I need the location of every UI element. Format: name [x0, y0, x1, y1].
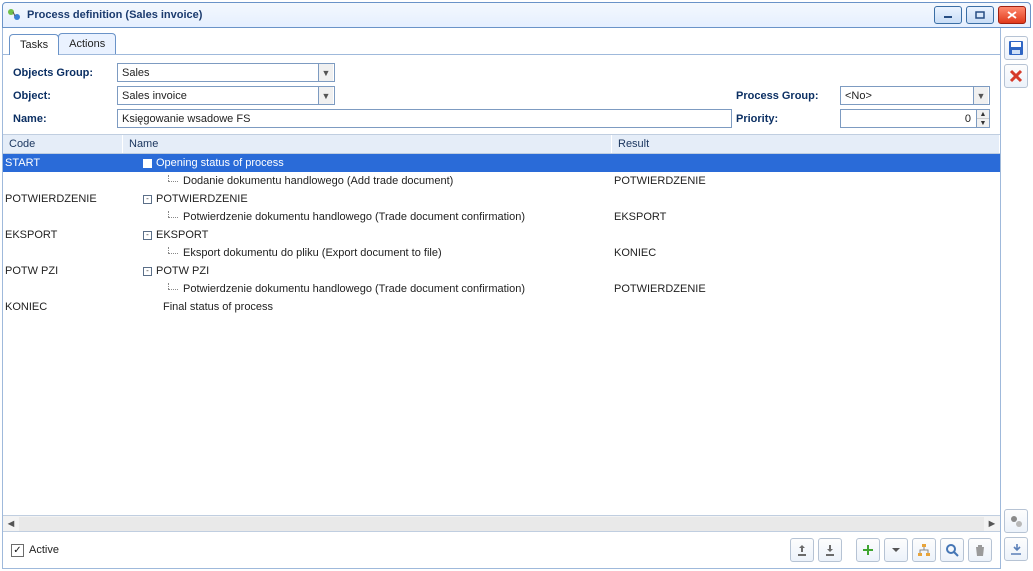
plus-icon — [861, 543, 875, 557]
label-objects-group: Objects Group: — [13, 67, 113, 79]
tree-toggle[interactable]: - — [143, 267, 152, 276]
active-label: Active — [29, 544, 59, 556]
cell-result: EKSPORT — [612, 211, 1000, 223]
table-row[interactable]: Potwierdzenie dokumentu handlowego (Trad… — [3, 208, 1000, 226]
scroll-right-icon[interactable]: ► — [984, 518, 1000, 530]
table-row[interactable]: KONIECFinal status of process — [3, 298, 1000, 316]
active-checkbox[interactable]: ✓ — [11, 544, 24, 557]
cell-name: -Opening status of process — [123, 157, 612, 169]
name-input[interactable]: Księgowanie wsadowe FS — [117, 109, 732, 128]
import-icon — [823, 543, 837, 557]
cell-name: Dodanie dokumentu handlowego (Add trade … — [123, 175, 612, 187]
window-titlebar: Process definition (Sales invoice) — [2, 2, 1031, 28]
save-button[interactable] — [1004, 36, 1028, 60]
collapse-button[interactable] — [1004, 537, 1028, 561]
collapse-icon — [1009, 542, 1023, 556]
bottom-toolbar: ✓ Active — [3, 531, 1000, 568]
spin-up-icon[interactable]: ▲ — [977, 110, 989, 119]
col-result[interactable]: Result — [612, 135, 1000, 153]
name-value: Księgowanie wsadowe FS — [122, 113, 250, 125]
table-row[interactable]: POTW PZI-POTW PZI — [3, 262, 1000, 280]
tab-actions[interactable]: Actions — [58, 33, 116, 54]
table-row[interactable]: START-Opening status of process — [3, 154, 1000, 172]
cell-name: Potwierdzenie dokumentu handlowego (Trad… — [123, 283, 612, 295]
objects-group-combo[interactable]: Sales ▼ — [117, 63, 335, 82]
hierarchy-button[interactable] — [912, 538, 936, 562]
chevron-down-icon: ▼ — [973, 87, 988, 104]
col-name[interactable]: Name — [123, 135, 612, 153]
object-combo[interactable]: Sales invoice ▼ — [117, 86, 335, 105]
cell-name: Potwierdzenie dokumentu handlowego (Trad… — [123, 211, 612, 223]
table-row[interactable]: Potwierdzenie dokumentu handlowego (Trad… — [3, 280, 1000, 298]
tab-tasks-label: Tasks — [20, 39, 48, 51]
grid-body: START-Opening status of process Dodanie d… — [3, 154, 1000, 515]
process-group-combo[interactable]: <No> ▼ — [840, 86, 990, 105]
close-icon — [1009, 69, 1023, 83]
label-name: Name: — [13, 113, 113, 125]
delete-button[interactable] — [968, 538, 992, 562]
export-button[interactable] — [790, 538, 814, 562]
close-button[interactable] — [998, 6, 1026, 24]
tree-toggle[interactable]: - — [143, 159, 152, 168]
tab-strip: Tasks Actions — [3, 28, 1000, 55]
trash-icon — [973, 543, 987, 557]
scroll-track[interactable] — [19, 517, 984, 531]
objects-group-value: Sales — [122, 67, 150, 79]
col-code[interactable]: Code — [3, 135, 123, 153]
chevron-down-icon: ▼ — [318, 87, 333, 104]
maximize-button[interactable] — [966, 6, 994, 24]
priority-value: 0 — [965, 113, 971, 125]
tab-actions-label: Actions — [69, 38, 105, 50]
label-priority: Priority: — [736, 113, 836, 125]
tree-toggle[interactable]: - — [143, 195, 152, 204]
table-row[interactable]: EKSPORT-EKSPORT — [3, 226, 1000, 244]
scroll-left-icon[interactable]: ◄ — [3, 518, 19, 530]
run-button[interactable] — [1004, 509, 1028, 533]
cell-name: -POTWIERDZENIE — [123, 193, 612, 205]
search-icon — [945, 543, 959, 557]
label-process-group: Process Group: — [736, 90, 836, 102]
cell-name: Eksport dokumentu do pliku (Export docum… — [123, 247, 612, 259]
tree-toggle[interactable]: - — [143, 231, 152, 240]
export-icon — [795, 543, 809, 557]
add-button[interactable] — [856, 538, 880, 562]
cancel-button[interactable] — [1004, 64, 1028, 88]
spin-down-icon[interactable]: ▼ — [977, 119, 989, 127]
table-row[interactable]: Eksport dokumentu do pliku (Export docum… — [3, 244, 1000, 262]
save-icon — [1008, 40, 1024, 56]
chevron-down-icon: ▼ — [318, 64, 333, 81]
window-title: Process definition (Sales invoice) — [27, 9, 202, 21]
chevron-down-icon — [892, 543, 900, 557]
cell-code: POTW PZI — [3, 265, 123, 277]
cell-code: EKSPORT — [3, 229, 123, 241]
gear-icon — [1009, 514, 1023, 528]
cell-result: POTWIERDZENIE — [612, 283, 1000, 295]
process-icon — [7, 8, 21, 22]
priority-stepper[interactable]: 0 ▲▼ — [840, 109, 990, 128]
cell-result: POTWIERDZENIE — [612, 175, 1000, 187]
import-button[interactable] — [818, 538, 842, 562]
right-sidebar — [1001, 28, 1031, 569]
cell-name: -EKSPORT — [123, 229, 612, 241]
object-value: Sales invoice — [122, 90, 187, 102]
table-row[interactable]: POTWIERDZENIE-POTWIERDZENIE — [3, 190, 1000, 208]
cell-name: -POTW PZI — [123, 265, 612, 277]
cell-code: START — [3, 157, 123, 169]
hierarchy-icon — [917, 543, 931, 557]
cell-name: Final status of process — [123, 301, 612, 313]
minimize-button[interactable] — [934, 6, 962, 24]
grid-header: Code Name Result — [3, 134, 1000, 154]
add-dropdown-button[interactable] — [884, 538, 908, 562]
search-button[interactable] — [940, 538, 964, 562]
process-group-value: <No> — [845, 90, 872, 102]
label-object: Object: — [13, 90, 113, 102]
hscrollbar[interactable]: ◄ ► — [3, 515, 1000, 531]
tab-tasks[interactable]: Tasks — [9, 34, 59, 55]
cell-result: KONIEC — [612, 247, 1000, 259]
cell-code: POTWIERDZENIE — [3, 193, 123, 205]
table-row[interactable]: Dodanie dokumentu handlowego (Add trade … — [3, 172, 1000, 190]
cell-code: KONIEC — [3, 301, 123, 313]
